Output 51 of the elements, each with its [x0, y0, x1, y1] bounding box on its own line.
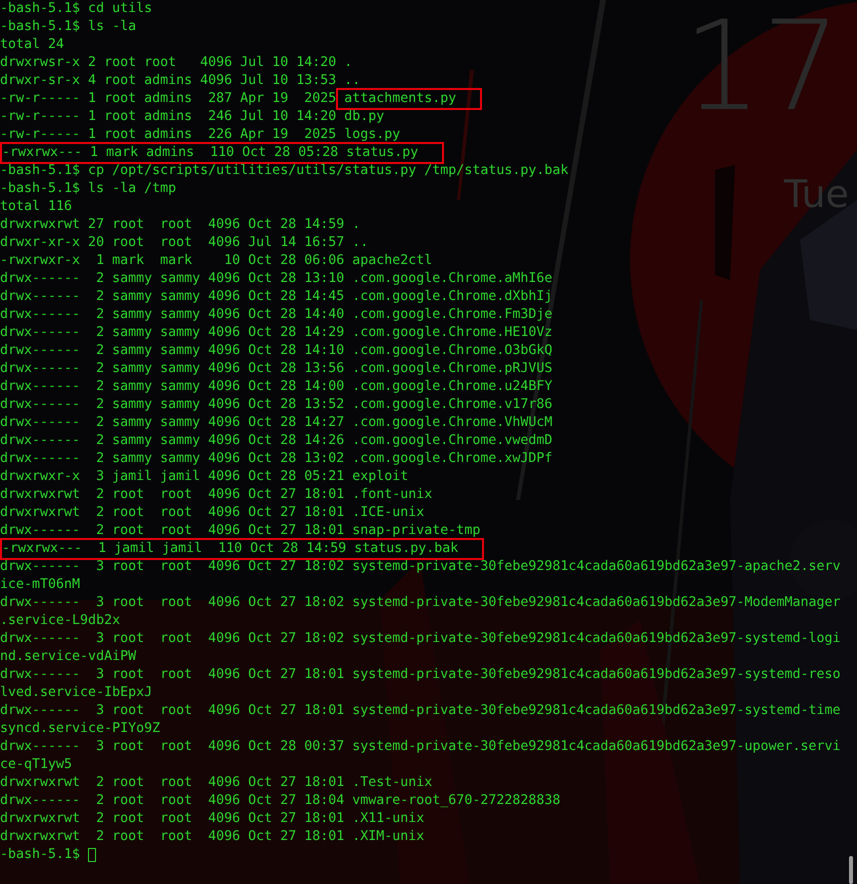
terminal-text: -rw-r----- 1 root admins 226 Apr 19 2025 logs.py	[0, 126, 400, 144]
terminal-text: drwx------ 2 sammy sammy 4096 Oct 28 14:45 .com.google.Chrome.dXbhIj	[0, 288, 552, 306]
terminal-text: drwx------ 2 sammy sammy 4096 Oct 28 13:10 .com.google.Chrome.aMhI6e	[0, 270, 552, 288]
terminal-text: ce-qT1yw5	[0, 756, 72, 774]
terminal-text: drwx------ 2 sammy sammy 4096 Oct 28 13:56 .com.google.Chrome.pRJVUS	[0, 360, 552, 378]
terminal-text: drwx------ 2 root root 4096 Oct 27 18:01 snap-private-tmp	[0, 522, 480, 540]
terminal-text: drwxrwxrwt 27 root root 4096 Oct 28 14:59 .	[0, 216, 360, 234]
highlighted-text: -rwxrwx--- 1 jamil jamil 110 Oct 28 14:59 status.py.bak	[0, 538, 484, 560]
terminal-text: drwxr-sr-x 4 root admins 4096 Jul 10 13:53 ..	[0, 72, 360, 90]
terminal-text: drwxrwxrwt 2 root root 4096 Oct 27 18:01 .ICE-unix	[0, 504, 424, 522]
terminal-text: total 24	[0, 36, 64, 54]
terminal-text: drwx------ 2 sammy sammy 4096 Oct 28 14:10 .com.google.Chrome.O3bGkQ	[0, 342, 552, 360]
terminal-text: drwx------ 3 root root 4096 Oct 28 00:37 systemd-private-30febe92981c4cada60a619bd62a3e97-upower.servi	[0, 738, 841, 756]
shell-prompt: -bash-5.1$	[0, 846, 80, 864]
terminal-text: drwx------ 3 root root 4096 Oct 27 18:02 systemd-private-30febe92981c4cada60a619bd62a3e97-systemd-logi	[0, 630, 841, 648]
terminal-text: -rw-r----- 1 root admins 246 Jul 10 14:20 db.py	[0, 108, 384, 126]
terminal-text: ice-mT06nM	[0, 576, 80, 594]
terminal-text: drwx------ 3 root root 4096 Oct 27 18:02 systemd-private-30febe92981c4cada60a619bd62a3e97-ModemManager	[0, 594, 841, 612]
terminal-text: drwxrwxr-x 3 jamil jamil 4096 Oct 28 05:21 exploit	[0, 468, 408, 486]
terminal-text: nd.service-vdAiPW	[0, 648, 136, 666]
terminal-text: drwxrwxrwt 2 root root 4096 Oct 27 18:01 .XIM-unix	[0, 828, 424, 846]
terminal-text: syncd.service-PIYo9Z	[0, 720, 160, 738]
terminal-text: drwxrwsr-x 2 root root 4096 Jul 10 14:20 .	[0, 54, 352, 72]
terminal-text: -bash-5.1$ cd utils	[0, 0, 152, 18]
terminal-text: drwx------ 2 sammy sammy 4096 Oct 28 14:00 .com.google.Chrome.u24BFY	[0, 378, 552, 396]
terminal-text: drwxrwxrwt 2 root root 4096 Oct 27 18:01 .Test-unix	[0, 774, 432, 792]
terminal-text: drwx------ 3 root root 4096 Oct 27 18:01 systemd-private-30febe92981c4cada60a619bd62a3e97-systemd-reso	[0, 666, 841, 684]
terminal-text: -bash-5.1$ ls -la	[0, 18, 136, 36]
terminal-text: lved.service-IbEpxJ	[0, 684, 152, 702]
terminal-text: drwx------ 3 root root 4096 Oct 27 18:02 systemd-private-30febe92981c4cada60a619bd62a3e97-apache2.serv	[0, 558, 841, 576]
terminal-text: -bash-5.1$ cp /opt/scripts/utilities/utils/status.py /tmp/status.py.bak	[0, 162, 568, 180]
terminal-text: -rw-r----- 1 root admins 287 Apr 19 2025	[0, 90, 338, 108]
terminal-text: total 116	[0, 198, 72, 216]
terminal-text: drwxrwxrwt 2 root root 4096 Oct 27 18:01 .font-unix	[0, 486, 432, 504]
terminal-text: .service-L9db2x	[0, 612, 120, 630]
terminal-text: drwx------ 3 root root 4096 Oct 27 18:01 systemd-private-30febe92981c4cada60a619bd62a3e97-systemd-time	[0, 702, 841, 720]
terminal-text: drwx------ 2 sammy sammy 4096 Oct 28 14:29 .com.google.Chrome.HE10Vz	[0, 324, 552, 342]
terminal-text: drwx------ 2 sammy sammy 4096 Oct 28 14:40 .com.google.Chrome.Fm3Dje	[0, 306, 552, 324]
terminal-text: drwxr-xr-x 20 root root 4096 Jul 14 16:57 ..	[0, 234, 368, 252]
terminal-text: drwx------ 2 sammy sammy 4096 Oct 28 14:26 .com.google.Chrome.vwedmD	[0, 432, 552, 450]
terminal-text: drwxrwxrwt 2 root root 4096 Oct 27 18:01 .X11-unix	[0, 810, 424, 828]
terminal-text: -rwxrwxr-x 1 mark mark 10 Oct 28 06:06 apache2ctl	[0, 252, 432, 270]
terminal-text: -bash-5.1$ ls -la /tmp	[0, 180, 176, 198]
cursor-icon	[88, 848, 96, 862]
terminal-text: drwx------ 2 root root 4096 Oct 27 18:04 vmware-root_670-2722828838	[0, 792, 560, 810]
highlighted-text: attachments.py	[336, 88, 482, 110]
terminal-text: drwx------ 2 sammy sammy 4096 Oct 28 13:52 .com.google.Chrome.v17r86	[0, 396, 552, 414]
terminal-text: drwx------ 2 sammy sammy 4096 Oct 28 13:02 .com.google.Chrome.xwJDPf	[0, 450, 552, 468]
highlighted-text: -rwxrwx--- 1 mark admins 110 Oct 28 05:28 status.py	[0, 142, 444, 164]
scrollbar-thumb[interactable]	[849, 856, 853, 884]
terminal-text: drwx------ 2 sammy sammy 4096 Oct 28 14:27 .com.google.Chrome.VhWUcM	[0, 414, 552, 432]
